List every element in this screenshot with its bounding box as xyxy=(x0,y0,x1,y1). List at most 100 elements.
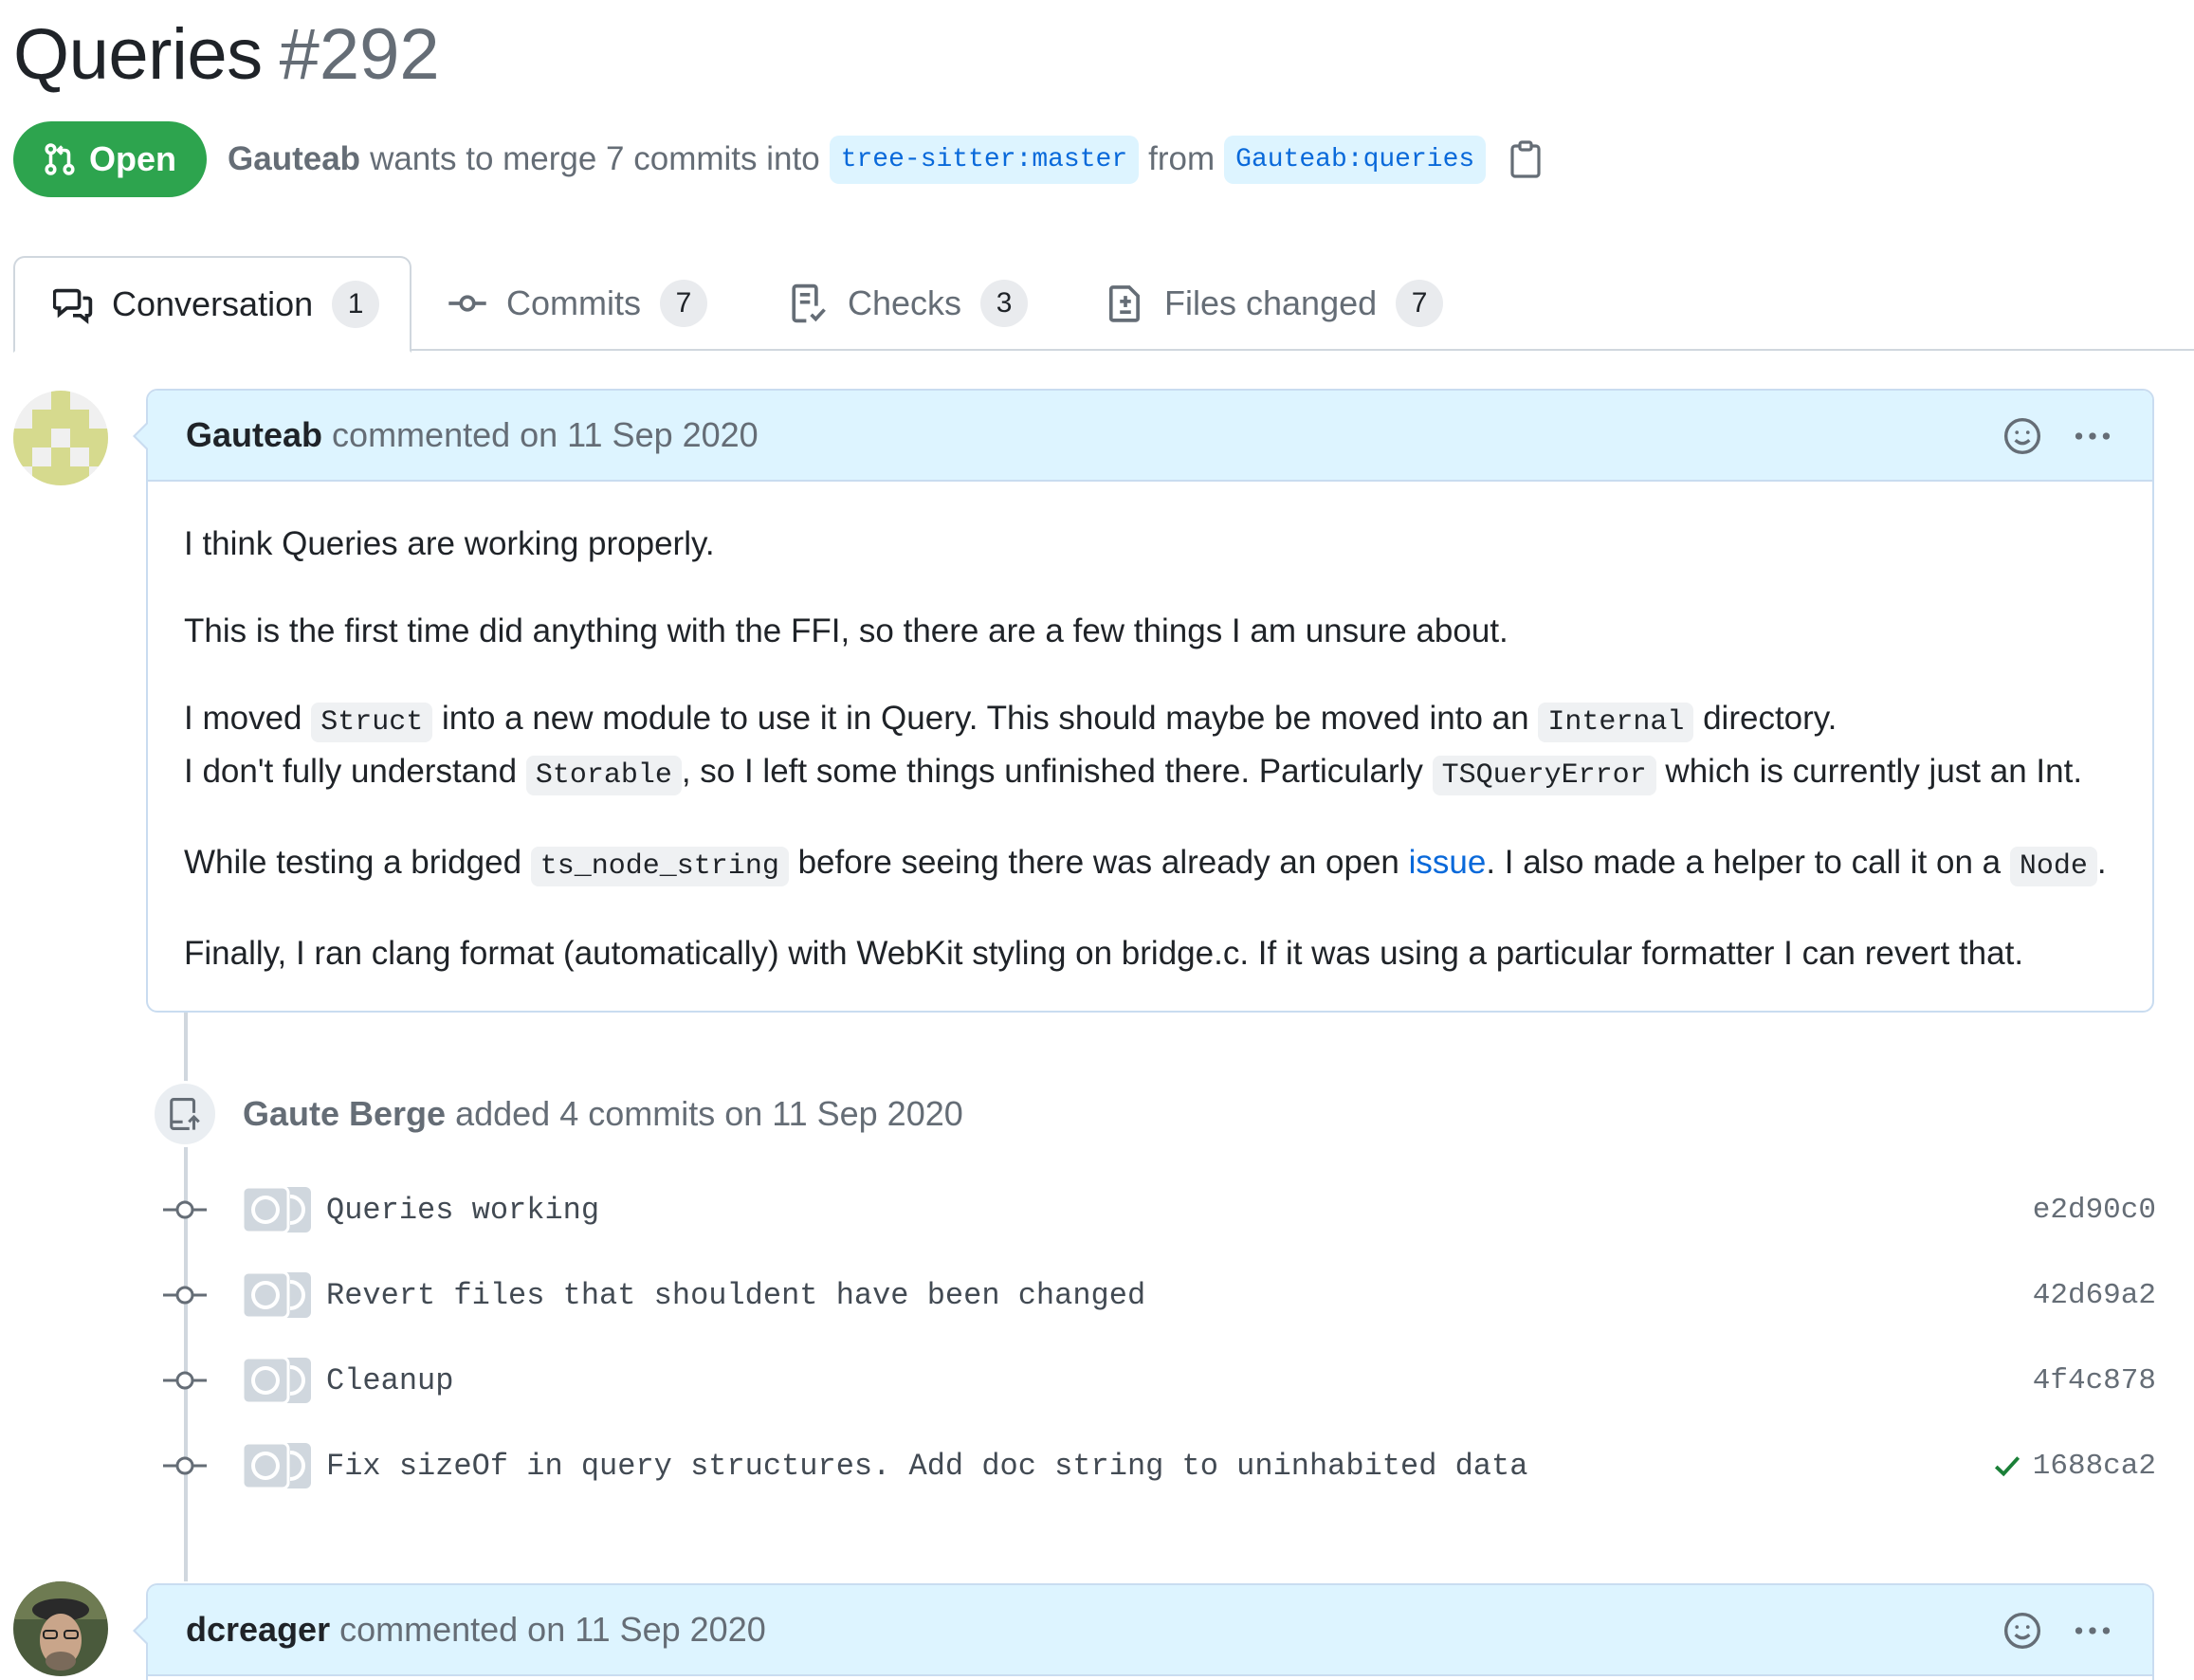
pr-number: #292 xyxy=(279,14,440,95)
copy-icon[interactable] xyxy=(1508,140,1543,178)
commit-sha-text: e2d90c0 xyxy=(2032,1193,2156,1227)
pr-tabs: Conversation 1 Commits 7 Checks 3 Files … xyxy=(13,256,2194,353)
inline-code: Node xyxy=(2009,847,2097,886)
github-avatar-icon[interactable] xyxy=(241,1356,313,1405)
text-span: directory. xyxy=(1703,700,1837,737)
pr-title: Queries xyxy=(13,14,263,95)
comment-actions xyxy=(2002,391,2114,482)
commit-message-link[interactable]: Cleanup xyxy=(326,1363,453,1398)
commit-row: Fix sizeOf in query structures. Add doc … xyxy=(163,1437,2156,1494)
inline-code: Struct xyxy=(311,703,433,742)
pr-state-badge: Open xyxy=(13,121,208,197)
commit-sha-text: 1688ca2 xyxy=(2032,1449,2156,1483)
comment-header: Gauteab commented on 11 Sep 2020 xyxy=(148,391,2152,482)
commit-row: Queries working e2d90c0 xyxy=(163,1181,2156,1238)
comment-header: dcreager commented on 11 Sep 2020 xyxy=(148,1585,2152,1676)
comment-box: dcreager commented on 11 Sep 2020 xyxy=(133,1583,2154,1680)
comment-paragraph: This is the first time did anything with… xyxy=(184,612,1508,649)
tab-files-changed-label: Files changed xyxy=(1164,283,1378,322)
comment-actions xyxy=(2002,1585,2114,1676)
text-span: , so I left some things unfinished there… xyxy=(681,753,1423,790)
commit-sha-text: 42d69a2 xyxy=(2032,1278,2156,1312)
user-photo-avatar xyxy=(13,1581,108,1676)
base-branch[interactable]: tree-sitter:master xyxy=(829,135,1140,184)
tab-checks[interactable]: Checks 3 xyxy=(789,256,1029,351)
git-pull-request-icon xyxy=(45,143,75,175)
commit-row: Revert files that shouldent have been ch… xyxy=(163,1267,2156,1324)
kebab-horizontal-icon[interactable] xyxy=(2071,416,2114,456)
github-avatar-icon[interactable] xyxy=(241,1270,313,1320)
commit-sha[interactable]: 4f4c878 xyxy=(2033,1364,2156,1397)
commit-message-link[interactable]: Fix sizeOf in query structures. Add doc … xyxy=(326,1449,1527,1484)
commits-added-event: Gaute Berge added 4 commits on 11 Sep 20… xyxy=(152,1081,963,1147)
commit-message-link[interactable]: Revert files that shouldent have been ch… xyxy=(326,1278,1145,1313)
issue-link[interactable]: issue xyxy=(1409,844,1487,881)
text-span: I moved xyxy=(184,700,302,737)
tab-commits-count: 7 xyxy=(660,280,707,327)
comment-paragraph: Finally, I ran clang format (automatical… xyxy=(184,935,2024,972)
repo-push-icon xyxy=(170,1098,200,1130)
github-avatar-icon[interactable] xyxy=(241,1185,313,1234)
event-badge xyxy=(152,1081,218,1147)
commit-sha[interactable]: e2d90c0 xyxy=(2033,1194,2156,1227)
comment-timestamp[interactable]: commented on 11 Sep 2020 xyxy=(339,1610,766,1650)
git-commit-icon xyxy=(163,1371,207,1390)
commit-message-link[interactable]: Queries working xyxy=(326,1193,599,1228)
comment-box: Gauteab commented on 11 Sep 2020 I think… xyxy=(133,389,2154,1013)
comment-paragraph: I think Queries are working properly. xyxy=(184,525,715,562)
git-commit-icon xyxy=(163,1456,207,1475)
text-span: which is currently just an Int. xyxy=(1665,753,2083,790)
inline-code: Storable xyxy=(525,756,682,795)
text-span: I don't fully understand xyxy=(184,753,518,790)
pr-merge-text: wants to merge 7 commits into xyxy=(370,140,820,177)
event-text: added 4 commits on 11 Sep 2020 xyxy=(455,1094,963,1133)
text-span: While testing a bridged xyxy=(184,844,522,881)
tab-conversation[interactable]: Conversation 1 xyxy=(13,256,411,353)
comment-paragraph: I moved Struct into a new module to use … xyxy=(184,694,2114,800)
tab-conversation-count: 1 xyxy=(332,281,380,328)
comment-author[interactable]: Gauteab xyxy=(186,415,322,455)
comment-author[interactable]: dcreager xyxy=(186,1610,330,1650)
inline-code: Internal xyxy=(1538,703,1694,742)
comment-paragraph: While testing a bridged ts_node_string b… xyxy=(184,838,2114,891)
from-text: from xyxy=(1148,140,1216,177)
file-diff-icon xyxy=(1108,285,1140,322)
commit-row: Cleanup 4f4c878 xyxy=(163,1352,2156,1409)
github-avatar-icon[interactable] xyxy=(241,1441,313,1490)
tab-checks-label: Checks xyxy=(848,283,962,322)
tab-commits[interactable]: Commits 7 xyxy=(448,256,707,351)
git-commit-icon xyxy=(163,1286,207,1305)
tab-checks-count: 3 xyxy=(980,280,1029,327)
head-branch[interactable]: Gauteab:queries xyxy=(1224,135,1487,184)
commit-sha[interactable]: 1688ca2 xyxy=(1991,1450,2156,1483)
tab-conversation-label: Conversation xyxy=(112,284,314,323)
pr-state-label: Open xyxy=(89,139,177,178)
tab-commits-label: Commits xyxy=(506,283,641,322)
pr-title-row: Queries #292 xyxy=(13,13,440,99)
text-span: into a new module to use it in Query. Th… xyxy=(442,700,1529,737)
avatar[interactable] xyxy=(13,1581,108,1676)
comment-arrow-fill xyxy=(136,1617,149,1644)
avatar[interactable] xyxy=(13,391,108,485)
comment-discussion-icon xyxy=(53,288,93,324)
checklist-icon xyxy=(792,283,826,323)
comment-timestamp[interactable]: commented on 11 Sep 2020 xyxy=(332,415,759,455)
comment-body: I think Queries are working properly. Th… xyxy=(148,482,2152,1011)
identicon-avatar xyxy=(13,391,108,485)
text-span: . xyxy=(2096,844,2107,881)
smiley-icon[interactable] xyxy=(2002,1611,2042,1651)
kebab-horizontal-icon[interactable] xyxy=(2071,1611,2114,1651)
event-author[interactable]: Gaute Berge xyxy=(243,1094,446,1134)
tab-files-changed-count: 7 xyxy=(1396,280,1444,327)
text-span: before seeing there was already an open xyxy=(797,844,1399,881)
tab-files-changed[interactable]: Files changed 7 xyxy=(1106,256,1444,351)
pr-meta-row: Open Gauteab wants to merge 7 commits in… xyxy=(13,121,1543,197)
text-span: . I also made a helper to call it on a xyxy=(1486,844,2002,881)
smiley-icon[interactable] xyxy=(2002,416,2042,456)
check-icon[interactable] xyxy=(1991,1450,2023,1482)
git-commit-icon xyxy=(448,295,486,312)
inline-code: TSQueryError xyxy=(1432,756,1656,795)
commit-sha-text: 4f4c878 xyxy=(2032,1363,2156,1397)
pr-author-link[interactable]: Gauteab xyxy=(228,140,360,178)
commit-sha[interactable]: 42d69a2 xyxy=(2033,1279,2156,1312)
